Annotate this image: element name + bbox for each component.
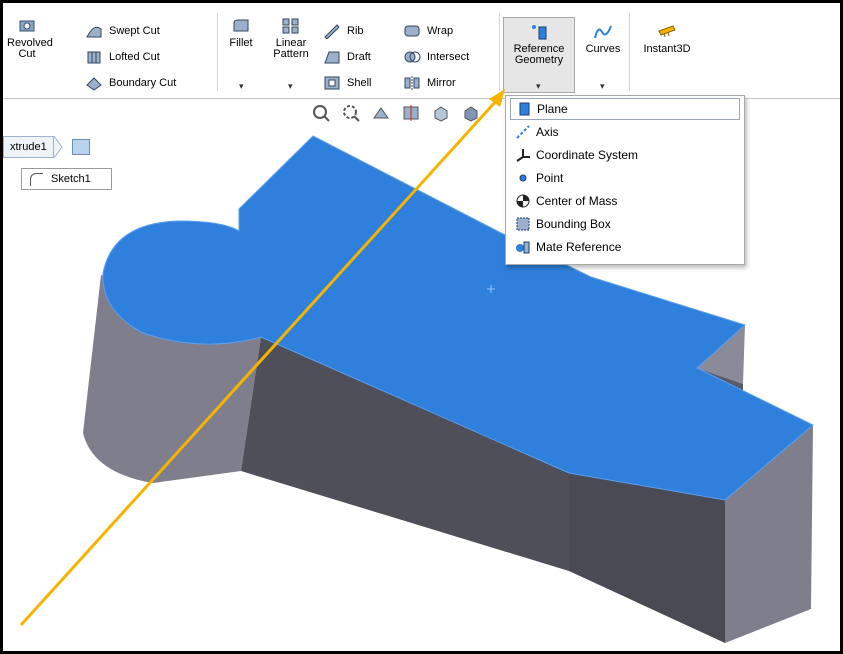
shell-label: Shell: [347, 77, 372, 89]
bounding-box-icon: [510, 216, 536, 232]
rib-icon: [323, 23, 341, 39]
menu-item-bounding-box[interactable]: Bounding Box: [510, 213, 740, 235]
menu-item-label: Coordinate System: [536, 148, 639, 162]
mate-reference-icon: [510, 239, 536, 255]
fillet-label: Fillet: [229, 37, 253, 49]
swept-cut-label: Swept Cut: [109, 25, 160, 37]
mirror-icon: [403, 75, 421, 91]
menu-item-center-of-mass[interactable]: Center of Mass: [510, 190, 740, 212]
shell-button[interactable]: Shell: [323, 75, 371, 91]
reference-geometry-menu: Plane Axis Coordinate System Point Cente…: [505, 95, 745, 265]
swept-cut-button[interactable]: Swept Cut: [85, 23, 160, 39]
coordinate-system-icon: [510, 147, 536, 163]
menu-item-label: Mate Reference: [536, 240, 622, 254]
mirror-label: Mirror: [427, 77, 456, 89]
curves-label: Curves: [585, 43, 621, 55]
curves-button[interactable]: Curves: [581, 23, 625, 55]
menu-item-label: Axis: [536, 125, 559, 139]
menu-item-axis[interactable]: Axis: [510, 121, 740, 143]
app-frame: Revolved Cut Swept Cut Lofted Cut Bounda…: [0, 0, 843, 654]
model-side-step: [569, 473, 725, 643]
draft-button[interactable]: Draft: [323, 49, 371, 65]
features-ribbon: Revolved Cut Swept Cut Lofted Cut Bounda…: [3, 3, 840, 99]
rib-button[interactable]: Rib: [323, 23, 364, 39]
linear-pattern-icon: [280, 17, 302, 35]
boundary-cut-label: Boundary Cut: [109, 77, 177, 89]
linear-pattern-label: Linear Pattern: [273, 37, 309, 60]
revolved-cut-icon: [16, 17, 38, 35]
instant3d-icon: [656, 23, 678, 41]
lofted-cut-label: Lofted Cut: [109, 51, 160, 63]
shell-icon: [323, 75, 341, 91]
menu-item-label: Plane: [537, 102, 568, 116]
lofted-cut-button[interactable]: Lofted Cut: [85, 49, 160, 65]
reference-geometry-label: Reference Geometry: [513, 43, 565, 66]
menu-item-coordinate-system[interactable]: Coordinate System: [510, 144, 740, 166]
mirror-button[interactable]: Mirror: [403, 75, 456, 91]
instant3d-label: Instant3D: [643, 43, 691, 55]
draft-icon: [323, 49, 341, 65]
point-icon: [510, 170, 536, 186]
ribbon-separator: [217, 13, 218, 91]
draft-label: Draft: [347, 51, 371, 63]
axis-icon: [510, 124, 536, 140]
intersect-button[interactable]: Intersect: [403, 49, 469, 65]
plane-icon: [511, 101, 537, 117]
linear-pattern-button[interactable]: Linear Pattern: [269, 17, 313, 60]
ribbon-separator: [499, 13, 500, 91]
menu-item-label: Bounding Box: [536, 217, 611, 231]
fillet-dropdown-caret[interactable]: ▾: [239, 81, 244, 92]
intersect-label: Intersect: [427, 51, 470, 63]
menu-item-plane[interactable]: Plane: [510, 98, 740, 120]
instant3d-button[interactable]: Instant3D: [637, 23, 697, 55]
menu-item-point[interactable]: Point: [510, 167, 740, 189]
swept-cut-icon: [85, 23, 103, 39]
revolved-cut-label: Revolved Cut: [7, 37, 53, 60]
menu-item-mate-reference[interactable]: Mate Reference: [510, 236, 740, 258]
curves-icon: [592, 23, 614, 41]
fillet-icon: [230, 17, 252, 35]
reference-geometry-button[interactable]: Reference Geometry: [505, 23, 573, 66]
center-of-mass-icon: [510, 193, 536, 209]
wrap-button[interactable]: Wrap: [403, 23, 453, 39]
rib-label: Rib: [347, 25, 364, 37]
lofted-cut-icon: [85, 49, 103, 65]
intersect-icon: [403, 49, 421, 65]
menu-item-label: Point: [536, 171, 564, 185]
fillet-button[interactable]: Fillet: [221, 17, 261, 49]
reference-geometry-dropdown-caret[interactable]: ▾: [536, 81, 541, 92]
curves-dropdown-caret[interactable]: ▾: [600, 81, 605, 92]
ribbon-separator: [629, 13, 630, 91]
revolved-cut-button[interactable]: Revolved Cut: [7, 17, 53, 60]
menu-item-label: Center of Mass: [536, 194, 618, 208]
wrap-label: Wrap: [427, 25, 454, 37]
reference-geometry-icon: [528, 23, 550, 41]
boundary-cut-icon: [85, 75, 103, 91]
boundary-cut-button[interactable]: Boundary Cut: [85, 75, 176, 91]
wrap-icon: [403, 23, 421, 39]
linear-pattern-dropdown-caret[interactable]: ▾: [288, 81, 293, 92]
